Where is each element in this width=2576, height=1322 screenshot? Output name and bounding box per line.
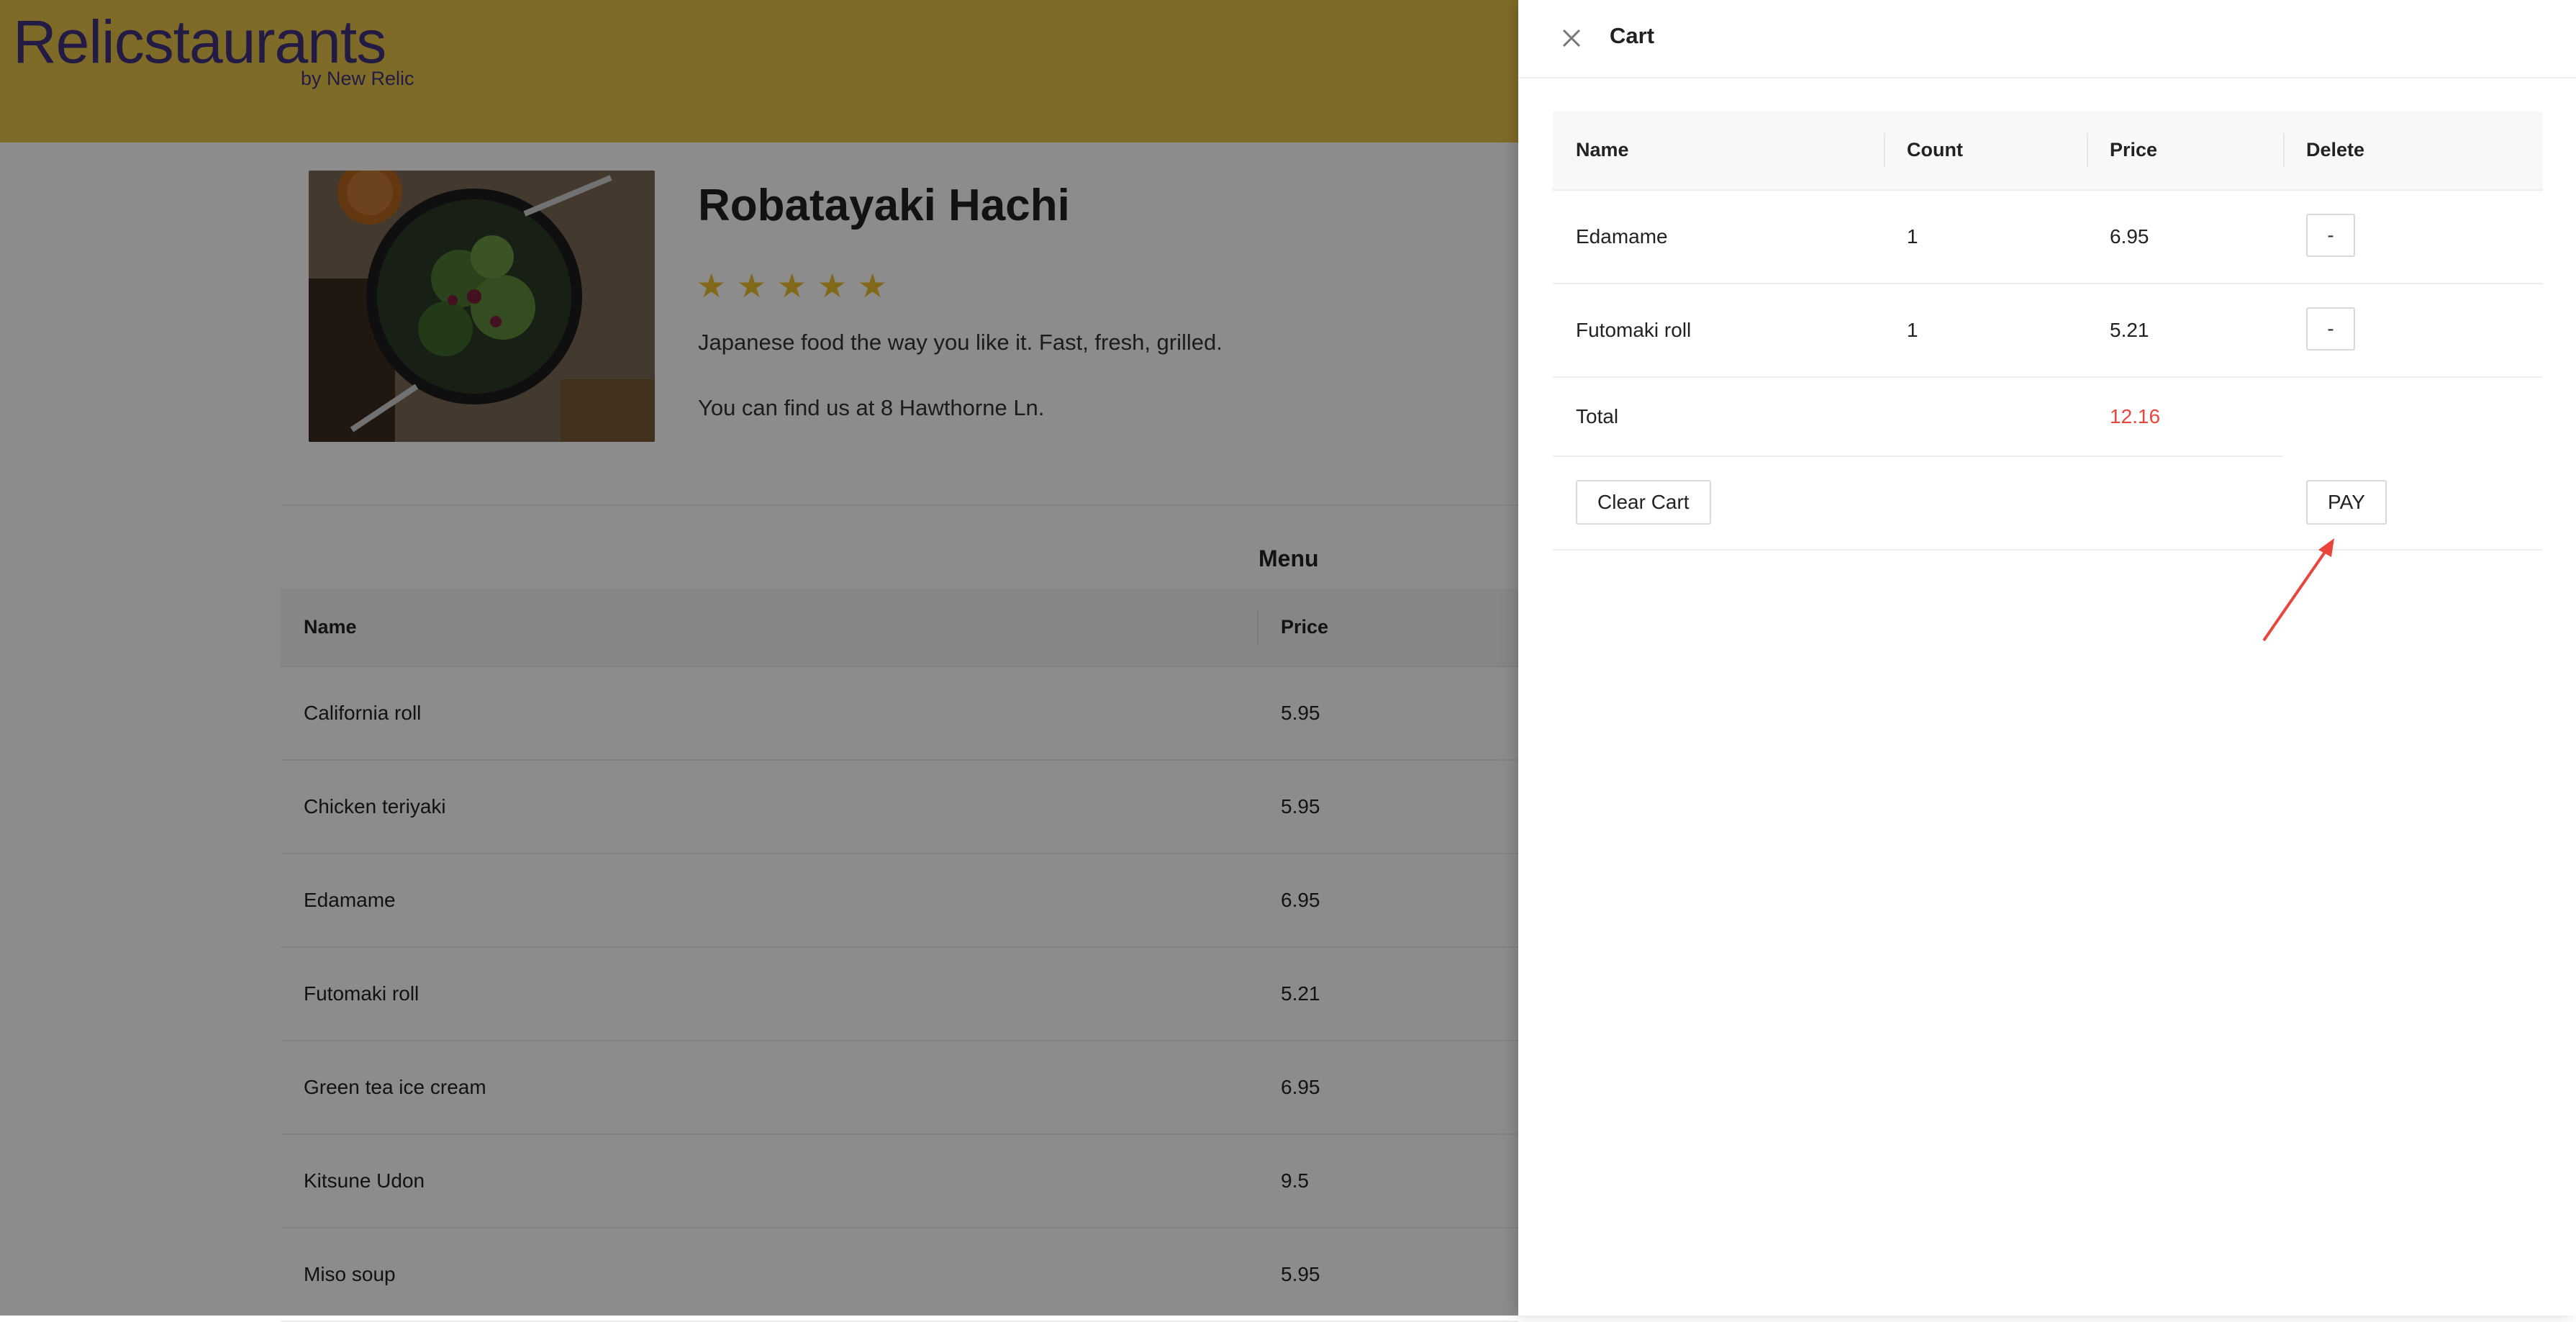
total-label: Total <box>1576 405 1619 427</box>
delete-item-button[interactable]: - <box>2306 307 2355 350</box>
clear-cart-button[interactable]: Clear Cart <box>1576 480 1711 525</box>
cart-drawer: Cart Name Count Price Delete Edamame 1 6… <box>1518 0 2576 1316</box>
annotation-arrow-icon <box>2262 538 2334 642</box>
cart-item-name: Edamame <box>1576 225 1668 248</box>
total-value: 12.16 <box>2110 405 2161 427</box>
cart-drawer-header: Cart <box>1518 0 2576 78</box>
cart-item-count: 1 <box>1907 319 1918 341</box>
cart-col-count: Count <box>1907 139 1963 160</box>
column-separator <box>2283 133 2285 168</box>
cart-item-price: 6.95 <box>2110 225 2149 248</box>
cart-col-price: Price <box>2110 139 2158 160</box>
cart-item-name: Futomaki roll <box>1576 319 1692 341</box>
cart-col-name: Name <box>1576 139 1629 160</box>
column-separator <box>2087 133 2088 168</box>
cart-title: Cart <box>1610 23 1655 48</box>
cart-row: Futomaki roll 1 5.21 - <box>1553 284 2543 378</box>
delete-item-button[interactable]: - <box>2306 214 2355 257</box>
pay-button[interactable]: PAY <box>2306 480 2387 525</box>
cart-item-count: 1 <box>1907 225 1918 248</box>
cart-table: Name Count Price Delete Edamame 1 6.95 -… <box>1553 112 2543 551</box>
cart-row: Edamame 1 6.95 - <box>1553 191 2543 284</box>
cart-actions-row: Clear Cart PAY <box>1553 457 2543 551</box>
cart-item-price: 5.21 <box>2110 319 2149 341</box>
cart-col-delete: Delete <box>2306 139 2365 160</box>
cart-total-row: Total 12.16 <box>1553 378 2543 457</box>
column-separator <box>1884 133 1885 168</box>
close-icon[interactable] <box>1559 26 1584 50</box>
cart-table-header: Name Count Price Delete <box>1553 112 2543 191</box>
drawer-backdrop[interactable] <box>0 0 1518 1316</box>
